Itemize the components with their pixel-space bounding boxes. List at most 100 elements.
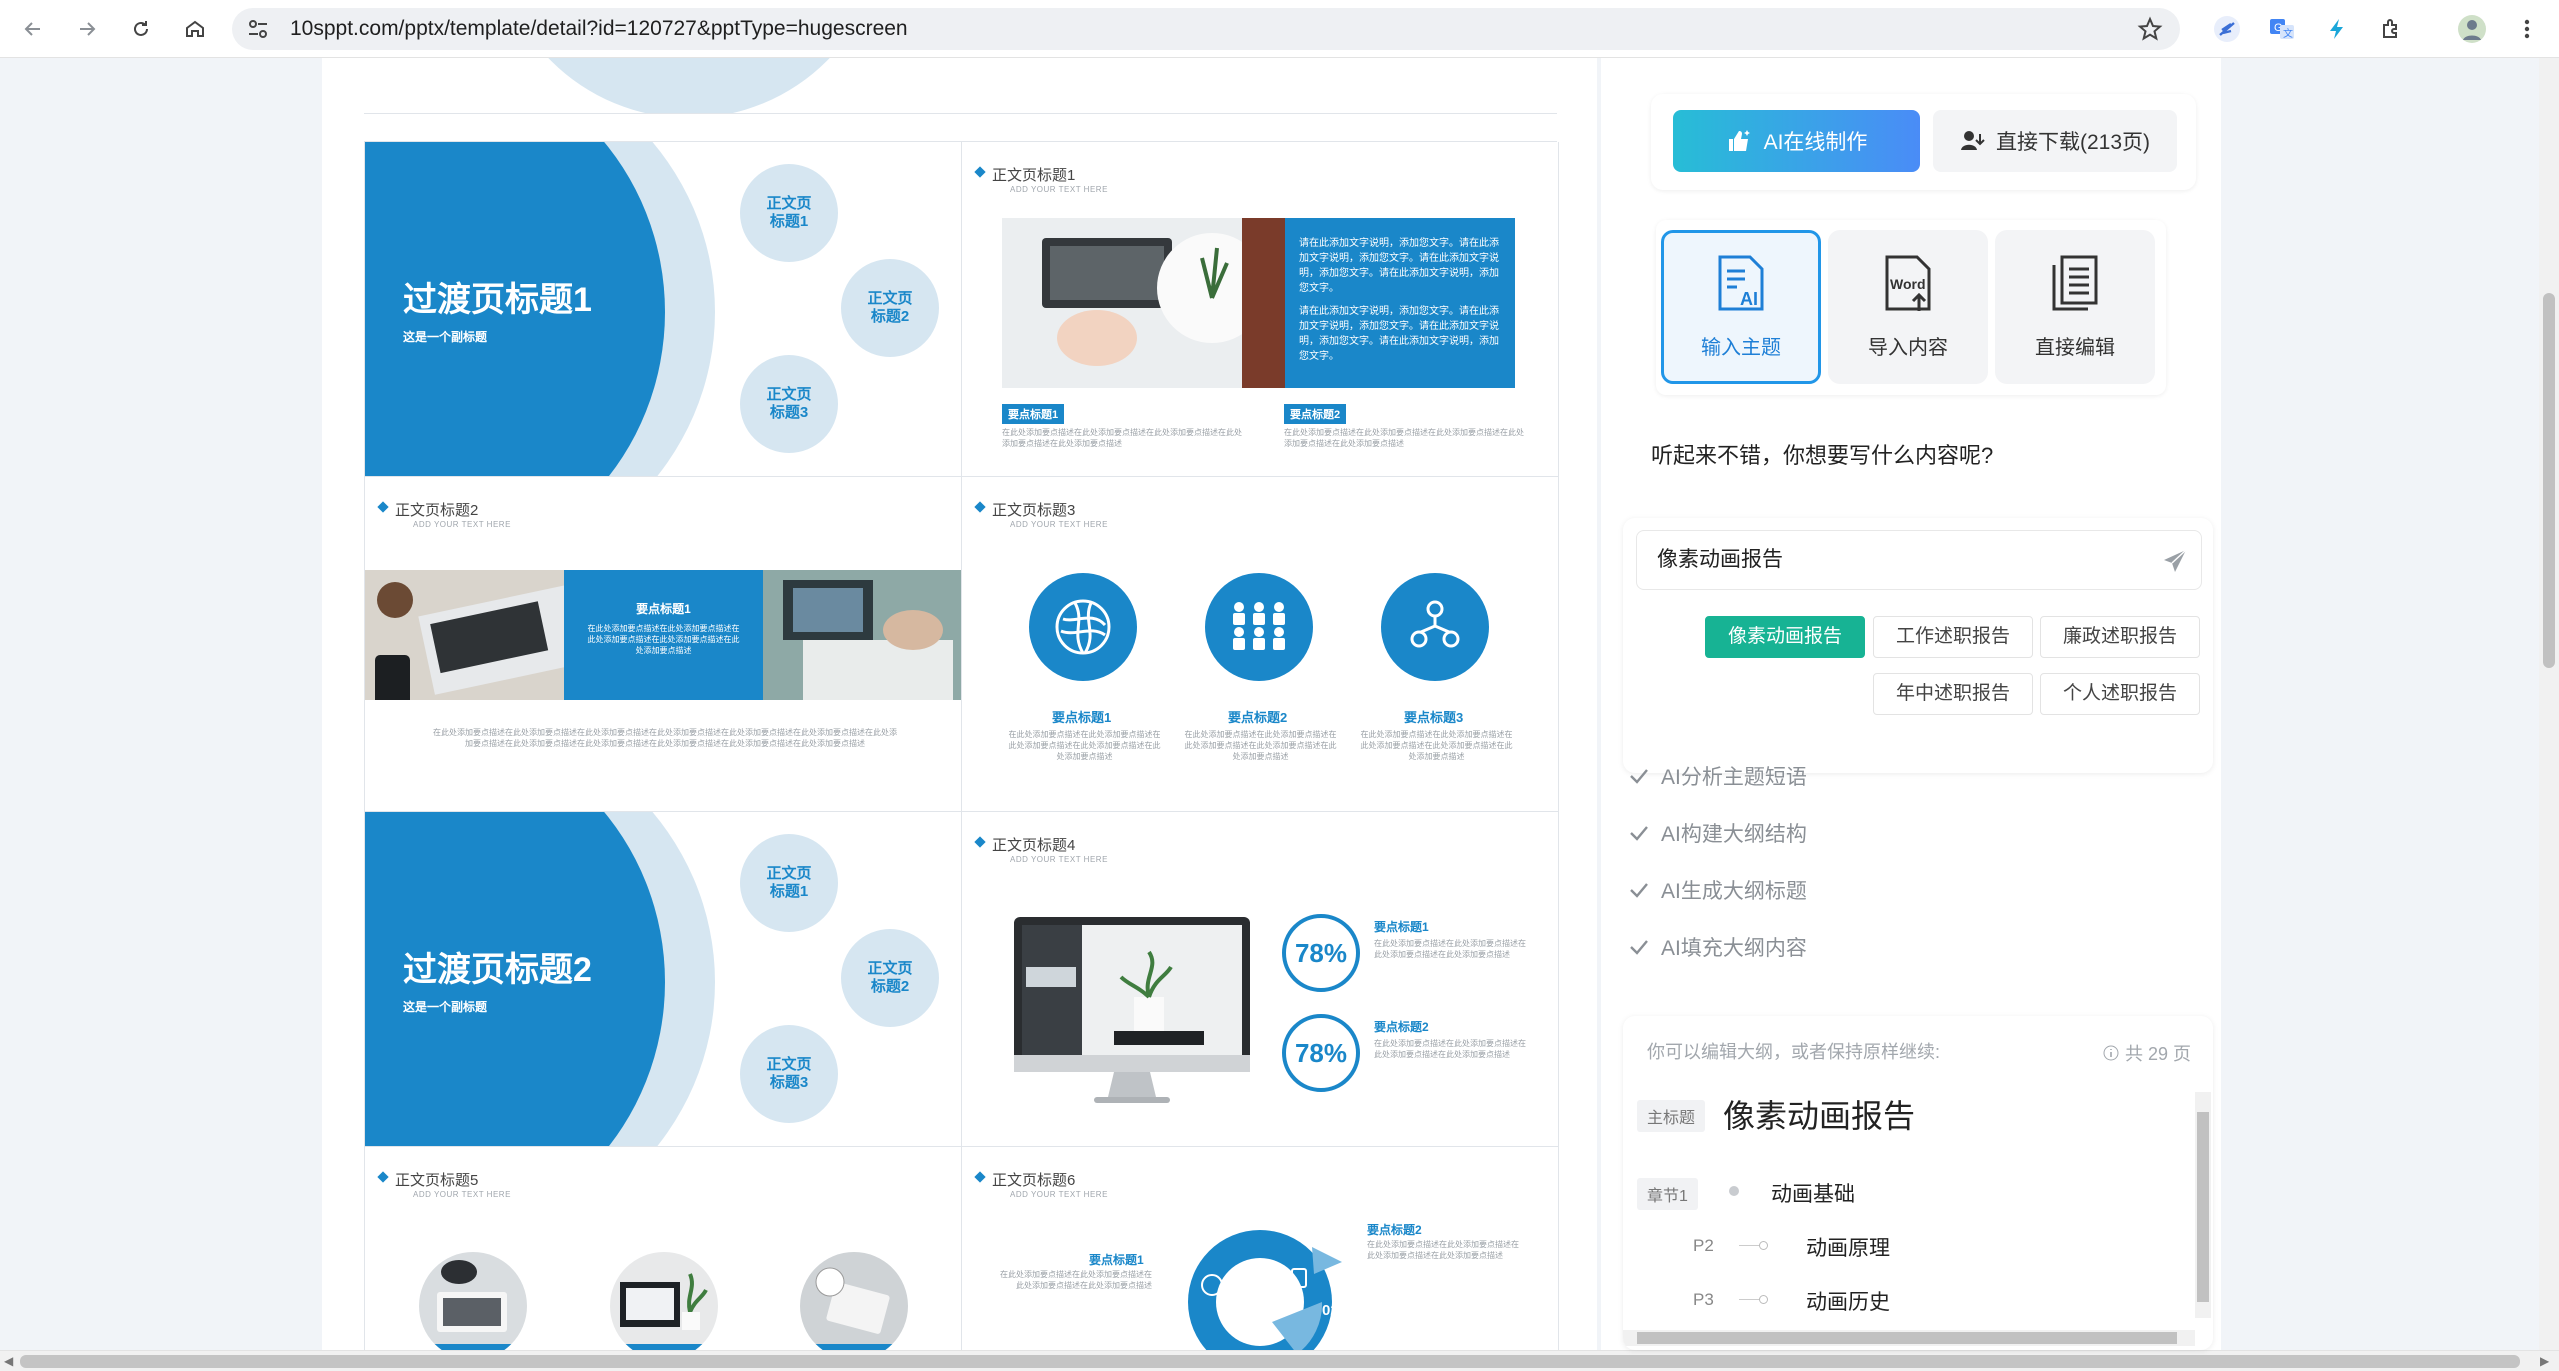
profile-avatar[interactable] [2455, 12, 2489, 46]
ai-online-create-button[interactable]: AI在线制作 [1673, 110, 1920, 172]
topic-input-card: 像素动画报告 像素动画报告 工作述职报告 廉政述职报告 年中述职报告 个人述职报… [1623, 518, 2213, 773]
home-icon[interactable] [178, 12, 212, 46]
slide-title: 正文页标题2 [395, 499, 478, 520]
edit-document-icon [2048, 255, 2102, 313]
page-count-text: 共 29 页 [2125, 1044, 2192, 1064]
slide-transition-1[interactable]: 过渡页标题1 这是一个副标题 正文页 标题1 正文页 标题2 正文页 标题3 [365, 142, 962, 477]
globe-icon [1029, 573, 1137, 681]
filler-2: 在此处添加要点描述在此处添加要点描述在此处添加要点描述在此处添加要点描述在此处添… [1184, 730, 1337, 761]
page-count: 共 29 页 [2103, 1040, 2191, 1066]
translate-icon[interactable]: G文 [2265, 12, 2299, 46]
extensions-puzzle-icon[interactable] [2375, 12, 2409, 46]
page-horizontal-scrollbar[interactable]: ◀ ▶ [0, 1350, 2559, 1371]
slide-subtitle: ADD YOUR TEXT HERE [1010, 185, 1108, 194]
slide-title: 正文页标题1 [992, 164, 1075, 185]
text-panel: 请在此添加文字说明，添加您文字。请在此添加文字说明，添加您文字。请在此添加文字说… [1285, 218, 1515, 388]
outline-editor: 你可以编辑大纲，或者保持原样继续: 共 29 页 主标题 像素动画报告 章节1 … [1623, 1016, 2213, 1350]
page-dot [1759, 1295, 1768, 1304]
panel-text-1: 请在此添加文字说明，添加您文字。请在此添加文字说明，添加您文字。请在此添加文字说… [1299, 238, 1499, 294]
suggestion-chip-3[interactable]: 廉政述职报告 [2040, 616, 2201, 658]
bookmark-star-icon[interactable] [2137, 16, 2163, 42]
slide-body-5[interactable]: 正文页标题5 ADD YOUR TEXT HERE [365, 1147, 962, 1351]
thumbs-up-sparkle-icon [1726, 128, 1752, 154]
topic-input-field[interactable]: 像素动画报告 [1636, 530, 2202, 590]
slide-body-6[interactable]: 正文页标题6 ADD YOUR TEXT HERE 要点标题1 在此处添加要点描… [962, 1147, 1559, 1351]
scroll-right-arrow-icon[interactable]: ▶ [2540, 1354, 2549, 1368]
reload-icon[interactable] [124, 12, 158, 46]
page-dot [1759, 1241, 1768, 1250]
filler-2: 在此处添加要点描述在此处添加要点描述在此处添加要点描述在此处添加要点描述 [1367, 1240, 1519, 1260]
direct-download-button[interactable]: 直接下载(213页) [1933, 110, 2177, 172]
scroll-left-arrow-icon[interactable]: ◀ [4, 1354, 13, 1368]
desk-photo-2 [610, 1252, 718, 1350]
bubble-2: 正文页 标题2 [841, 259, 939, 357]
slide-body-1[interactable]: 正文页标题1 ADD YOUR TEXT HERE 请在此添加文字说明，添加您文… [962, 142, 1559, 477]
bubble-3: 正文页 标题3 [740, 1025, 838, 1123]
filler-1: 在此处添加要点描述在此处添加要点描述在此处添加要点描述在此处添加要点描述在此处添… [1002, 428, 1242, 448]
mode-direct-edit[interactable]: 直接编辑 [1995, 230, 2155, 384]
extension-feather-icon[interactable] [2210, 12, 2244, 46]
scroll-thumb[interactable] [2197, 1112, 2209, 1302]
slide-body-4[interactable]: 正文页标题4 ADD YOUR TEXT HERE 78% 78% 要点标题1 … [962, 812, 1559, 1147]
point-3: 要点标题3 [1404, 710, 1464, 725]
page-vertical-scrollbar[interactable] [2539, 58, 2559, 1350]
filler-1: 在此处添加要点描述在此处添加要点描述在此处添加要点描述在此处添加要点描述 [1000, 1270, 1152, 1290]
topic-input-value: 像素动画报告 [1657, 548, 1783, 571]
ai-online-create-label: AI在线制作 [1763, 131, 1868, 154]
assistant-prompt-text: 听起来不错，你想要写什么内容呢? [1651, 443, 1994, 468]
team-desk-photo [763, 570, 961, 700]
team-network-icon [1381, 573, 1489, 681]
filler-text: 在此处添加要点描述在此处添加要点描述在此处添加要点描述在此处添加要点描述在此处添… [433, 728, 897, 748]
site-settings-icon[interactable] [246, 17, 270, 41]
slide-title: 正文页标题4 [992, 834, 1075, 855]
forward-icon[interactable] [70, 12, 104, 46]
desk-photo-3 [800, 1252, 908, 1350]
suggestion-chip-2[interactable]: 工作述职报告 [1873, 616, 2034, 658]
slide-subtitle: ADD YOUR TEXT HERE [413, 520, 511, 529]
outline-vertical-scrollbar[interactable] [2195, 1092, 2211, 1318]
chapter-title[interactable]: 动画基础 [1771, 1178, 1855, 1208]
scroll-thumb[interactable] [20, 1355, 2520, 1368]
page-title-p3[interactable]: 动画历史 [1806, 1286, 1890, 1316]
slide-transition-2[interactable]: 过渡页标题2 这是一个副标题 正文页 标题1 正文页 标题2 正文页 标题3 [365, 812, 962, 1147]
scroll-thumb[interactable] [2543, 293, 2555, 668]
slide-body-3[interactable]: 正文页标题3 ADD YOUR TEXT HERE 要点标题1 要点标题2 要点… [962, 477, 1559, 812]
send-icon[interactable] [2162, 548, 2188, 574]
slide-title: 正文页标题5 [395, 1169, 478, 1190]
mode-input-topic[interactable]: AI 输入主题 [1661, 230, 1821, 384]
point-1: 要点标题1 [1374, 920, 1429, 934]
text-panel: 要点标题1 在此处添加要点描述在此处添加要点描述在此处添加要点描述在此处添加要点… [564, 570, 763, 700]
panel-text-2: 请在此添加文字说明，添加您文字。请在此添加文字说明，添加您文字。请在此添加文字说… [1299, 306, 1499, 362]
slide-title: 正文页标题3 [992, 499, 1075, 520]
slide-title: 过渡页标题1 [403, 281, 592, 319]
menu-kebab-icon[interactable] [2510, 12, 2544, 46]
step-label: AI分析主题短语 [1661, 766, 1807, 789]
suggestion-chip-4[interactable]: 年中述职报告 [1873, 673, 2034, 715]
back-icon[interactable] [16, 12, 50, 46]
browser-toolbar: 10sppt.com/pptx/template/detail?id=12072… [0, 0, 2559, 58]
ai-document-icon: AI [1714, 255, 1768, 313]
slide-body-2[interactable]: 正文页标题2 ADD YOUR TEXT HERE 要点标题1 在此处添加要点描… [365, 477, 962, 812]
decor-circle [494, 58, 884, 113]
bolt-icon[interactable] [2320, 12, 2354, 46]
suggestion-chip-5[interactable]: 个人述职报告 [2040, 673, 2201, 715]
outline-main-title[interactable]: 像素动画报告 [1723, 1091, 1915, 1137]
point-2: 要点标题2 [1374, 1020, 1429, 1034]
scroll-thumb[interactable] [1637, 1332, 2177, 1344]
word-import-icon: Word [1881, 255, 1935, 313]
step-build-outline: AI构建大纲结构 [1629, 818, 1807, 848]
slide-subtitle: ADD YOUR TEXT HERE [1010, 1190, 1108, 1199]
outline-horizontal-scrollbar[interactable] [1623, 1330, 2195, 1346]
point-text: 在此处添加要点描述在此处添加要点描述在此处添加要点描述在此处添加要点描述在此处添… [587, 624, 740, 655]
point-2: 要点标题2 [1228, 710, 1288, 725]
step-fill-content: AI填充大纲内容 [1629, 932, 1807, 962]
bubble-3: 正文页 标题3 [740, 355, 838, 453]
page-title-p2[interactable]: 动画原理 [1806, 1232, 1890, 1262]
filler-1: 在此处添加要点描述在此处添加要点描述在此处添加要点描述在此处添加要点描述在此处添… [1008, 730, 1161, 761]
cycle-num-2: 02 [1322, 1302, 1339, 1319]
address-bar[interactable]: 10sppt.com/pptx/template/detail?id=12072… [232, 8, 2180, 50]
filler-2: 在此处添加要点描述在此处添加要点描述在此处添加要点描述在此处添加要点描述 [1374, 1039, 1526, 1059]
suggestion-chip-1[interactable]: 像素动画报告 [1705, 616, 1866, 658]
slide-subtitle: ADD YOUR TEXT HERE [1010, 855, 1108, 864]
mode-import-content[interactable]: Word 导入内容 [1828, 230, 1988, 384]
